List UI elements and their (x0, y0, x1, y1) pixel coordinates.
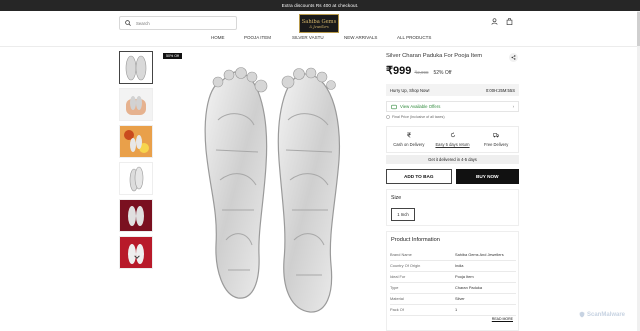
shield-icon (579, 311, 585, 318)
table-row: Country Of Origin India (390, 260, 516, 272)
left-paduka (204, 67, 268, 299)
product-information: Product Information Brand Name Sahiba Gem… (386, 231, 519, 331)
info-table: Brand Name Sahiba Gems And Jewellers Coun… (390, 249, 516, 316)
nav-all-products[interactable]: ALL PRODUCTS (397, 35, 431, 40)
tax-note-text: Final Price (Inclusive of all taxes) (392, 115, 445, 119)
main-nav: HOME POOJA ITEM SILVER VASTU NEW ARRIVAL… (0, 35, 640, 46)
table-row: Material Silver (390, 293, 516, 305)
thumbnail-2[interactable] (119, 88, 153, 121)
info-key: Country Of Origin (390, 260, 455, 272)
search-box[interactable] (119, 16, 237, 30)
nav-silver-vastu[interactable]: SILVER VASTU (292, 35, 324, 40)
countdown-timer: 0:00H:25M:55S (485, 87, 515, 93)
info-key: Pack Of (390, 304, 455, 316)
sale-badge: 50% Off (163, 53, 182, 59)
nav-home[interactable]: HOME (211, 35, 225, 40)
share-button[interactable] (509, 53, 518, 62)
buy-now-button[interactable]: BUY NOW (455, 169, 519, 184)
info-key: Ideal For (390, 271, 455, 283)
product-title: Silver Charan Paduka For Pooja Item (386, 53, 483, 59)
benefit-free-delivery: Free Delivery (474, 127, 518, 152)
benefit-return[interactable]: Easy 5 days return (431, 127, 475, 152)
announcement-bar: Extra discounts Rs 400 at checkout. (0, 0, 640, 11)
info-value: 1 (455, 304, 516, 316)
original-price: ₹2,098 (414, 70, 429, 75)
size-label: Size (391, 195, 402, 201)
nav-new-arrivals[interactable]: NEW ARRIVALS (344, 35, 377, 40)
chevron-right-icon: › (512, 104, 514, 109)
truck-icon (493, 133, 500, 138)
info-key: Type (390, 282, 455, 294)
hurry-text: Hurry Up, Shop Now! (390, 87, 430, 93)
brand-logo[interactable]: Sahiba Gems & Jewellers (299, 14, 339, 33)
right-paduka (277, 67, 341, 313)
share-icon (511, 55, 516, 60)
info-key: Material (390, 293, 455, 305)
thumbnail-1[interactable] (119, 51, 153, 84)
hand-paduka-icon (126, 95, 146, 115)
thumbnail-list (119, 51, 154, 273)
watermark: ScanMalware (579, 311, 625, 318)
delivery-estimate: Get it delivered in 4-5 days (386, 155, 519, 164)
info-value: Silver (455, 293, 516, 305)
red-cloth-paduka-icon (128, 205, 144, 226)
return-icon (450, 132, 455, 138)
discount-percent: 52% Off (433, 70, 452, 76)
tax-note: Final Price (Inclusive of all taxes) (386, 115, 445, 119)
thumbnail-5[interactable] (119, 199, 153, 232)
decor-paduka-icon (124, 129, 149, 153)
benefits-row: Cash on Delivery Easy 5 days return Free… (386, 126, 519, 153)
chevron-down-icon[interactable] (133, 253, 141, 261)
logo-line2: & Jewellers (309, 24, 329, 29)
offer-tag-icon (391, 104, 397, 109)
info-title: Product Information (391, 237, 440, 243)
benefit-cod-label: Cash on Delivery (393, 142, 425, 147)
benefit-cod: Cash on Delivery (387, 127, 431, 152)
bag-icon[interactable] (506, 18, 513, 25)
cta-row: ADD TO BAG BUY NOW (386, 169, 519, 184)
info-value: Pooja Item (455, 271, 516, 283)
info-key: Brand Name (390, 249, 455, 261)
size-selector: Size 1 Inch (386, 189, 519, 226)
offers-row[interactable]: View Available Offers › (386, 101, 519, 112)
nav-pooja-item[interactable]: POOJA ITEM (244, 35, 271, 40)
add-to-bag-button[interactable]: ADD TO BAG (386, 169, 452, 184)
benefit-free-delivery-label: Free Delivery (484, 142, 509, 147)
offers-label: View Available Offers (400, 104, 441, 109)
current-price: ₹999 (386, 65, 412, 77)
header-divider (0, 46, 640, 47)
rupee-icon (406, 132, 411, 138)
watermark-text: ScanMalware (587, 311, 626, 318)
search-icon (125, 20, 131, 26)
benefit-return-label: Easy 5 days return (435, 142, 470, 147)
thumbnail-3[interactable] (119, 125, 153, 158)
announcement-text: Extra discounts Rs 400 at checkout. (281, 3, 359, 8)
price-block: ₹999 ₹2,098 52% Off (386, 64, 451, 77)
read-more-link[interactable]: READ MORE (492, 317, 513, 321)
search-input[interactable] (136, 20, 231, 26)
info-value: Sahiba Gems And Jewellers (455, 249, 516, 261)
info-icon (386, 115, 390, 119)
user-icon[interactable] (491, 18, 498, 25)
paduka-side-icon (129, 166, 144, 191)
site-header: Sahiba Gems & Jewellers HOME POOJA ITEM … (0, 11, 640, 46)
paduka-thumb-icon (125, 55, 147, 80)
info-value: Charan Paduka (455, 282, 516, 294)
table-row: Brand Name Sahiba Gems And Jewellers (390, 249, 516, 261)
hurry-banner: Hurry Up, Shop Now! 0:00H:25M:55S (386, 84, 519, 96)
table-row: Type Charan Paduka (390, 282, 516, 294)
size-option-1-inch[interactable]: 1 Inch (391, 208, 415, 221)
thumbnail-4[interactable] (119, 162, 153, 195)
info-value: India (455, 260, 516, 272)
table-row: Ideal For Pooja Item (390, 271, 516, 283)
table-row: Pack Of 1 (390, 304, 516, 316)
product-main-image[interactable] (188, 60, 358, 330)
